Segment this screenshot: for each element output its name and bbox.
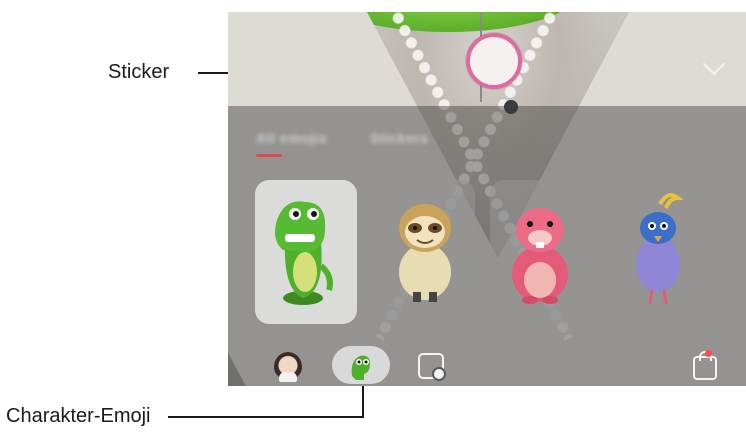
character-emoji-icon — [351, 355, 370, 380]
capture-button[interactable] — [466, 33, 522, 89]
face-settings-icon[interactable] — [418, 353, 446, 381]
active-tab-indicator — [256, 154, 282, 157]
beaver-emoji-icon — [512, 208, 568, 304]
dinosaur-emoji-icon — [275, 201, 333, 305]
emoji-card-sloth[interactable] — [373, 180, 475, 324]
camera-screen: All emojis Stickers — [228, 12, 746, 386]
sticker-callout-label: Sticker — [108, 61, 170, 83]
character-emoji-callout-line — [168, 416, 364, 418]
notification-badge — [705, 350, 712, 357]
sloth-emoji-icon — [399, 204, 451, 302]
emoji-card-bird[interactable] — [608, 180, 710, 324]
tab-stickers[interactable]: Stickers — [370, 130, 428, 146]
character-emoji-button[interactable] — [332, 346, 390, 384]
emoji-card-beaver[interactable] — [490, 180, 592, 324]
bird-emoji-icon — [636, 193, 684, 305]
my-emoji-avatar-icon[interactable] — [274, 352, 302, 382]
emoji-card-dinosaur[interactable] — [255, 180, 357, 324]
store-bag-icon[interactable] — [693, 351, 717, 380]
character-emoji-callout-label: Charakter-Emoji — [6, 405, 151, 427]
tab-all-emojis[interactable]: All emojis — [256, 130, 327, 146]
